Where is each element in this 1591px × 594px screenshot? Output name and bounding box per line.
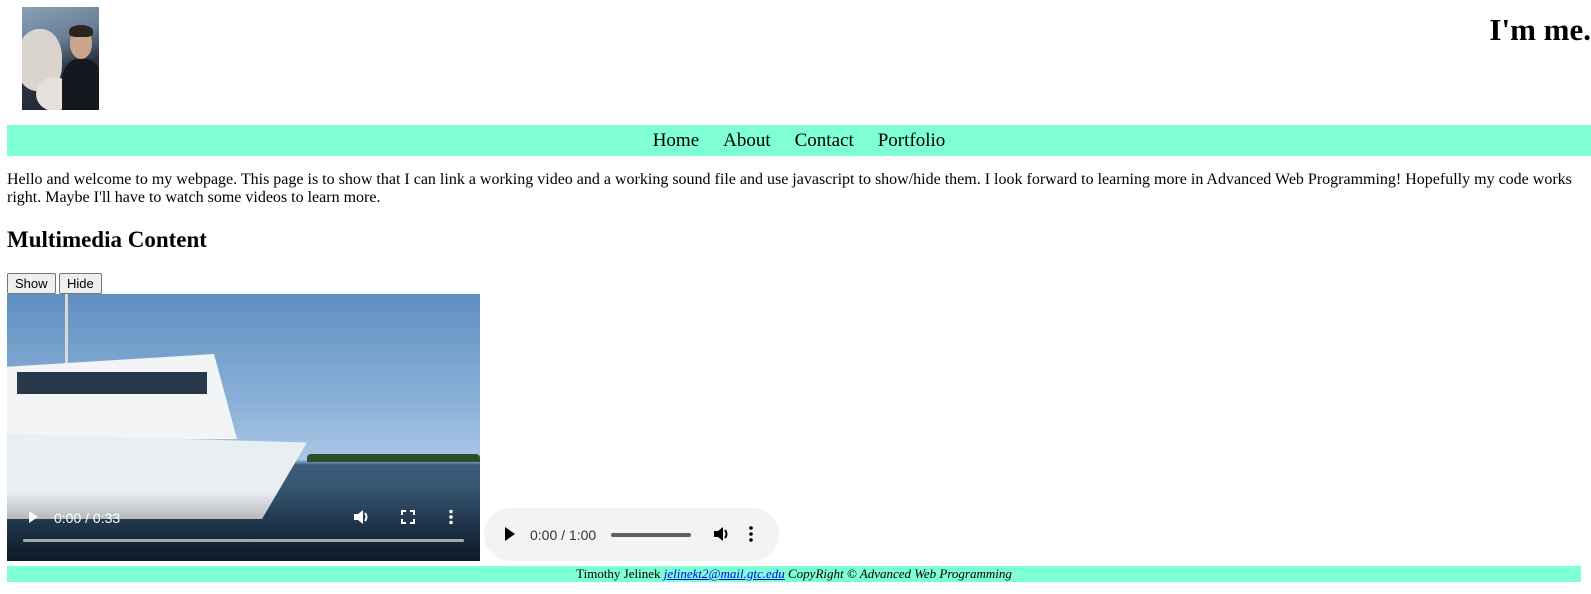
- person-shirt-shape: [62, 59, 99, 110]
- hide-button[interactable]: Hide: [59, 273, 102, 294]
- audio-player[interactable]: 0:00 / 1:00: [484, 508, 779, 561]
- audio-time: 0:00 / 1:00: [530, 527, 597, 543]
- nav-contact-link[interactable]: Contact: [795, 130, 854, 152]
- boat-cabin-shape: [7, 354, 237, 439]
- boat-window-shape: [17, 372, 207, 394]
- video-time: 0:00 / 0:33: [54, 510, 121, 526]
- video-player[interactable]: 0:00 / 0:33: [7, 294, 480, 561]
- profile-photo: [22, 7, 99, 110]
- page-footer: Timothy Jelinek jelinekt2@mail.gtc.edu C…: [7, 566, 1581, 582]
- shoreline-shape: [307, 454, 480, 462]
- play-icon[interactable]: [25, 509, 41, 528]
- audio-volume-icon[interactable]: [713, 525, 731, 546]
- page-title: I'm me.: [1489, 12, 1591, 47]
- video-progress-bar[interactable]: [23, 539, 464, 542]
- footer-copyright: CopyRight © Advanced Web Programming: [788, 566, 1012, 581]
- multimedia-heading: Multimedia Content: [7, 227, 207, 252]
- audio-play-icon[interactable]: [503, 526, 517, 545]
- more-options-icon[interactable]: [448, 509, 454, 528]
- nav-portfolio-link[interactable]: Portfolio: [878, 130, 946, 152]
- show-button[interactable]: Show: [7, 273, 56, 294]
- nav-about-link[interactable]: About: [723, 130, 771, 152]
- boat-mast-shape: [65, 294, 68, 364]
- person-hair-shape: [69, 25, 93, 37]
- volume-icon[interactable]: [353, 509, 371, 528]
- audio-progress-bar[interactable]: [611, 533, 691, 537]
- video-controls: 0:00 / 0:33: [7, 505, 480, 531]
- footer-author: Timothy Jelinek: [576, 566, 661, 581]
- intro-text: Hello and welcome to my webpage. This pa…: [7, 171, 1572, 206]
- nav-home-link[interactable]: Home: [653, 130, 699, 152]
- fullscreen-icon[interactable]: [400, 509, 416, 528]
- audio-more-options-icon[interactable]: [748, 525, 754, 546]
- footer-email-link[interactable]: jelinekt2@mail.gtc.edu: [664, 566, 785, 581]
- main-nav: Home About Contact Portfolio: [7, 125, 1591, 156]
